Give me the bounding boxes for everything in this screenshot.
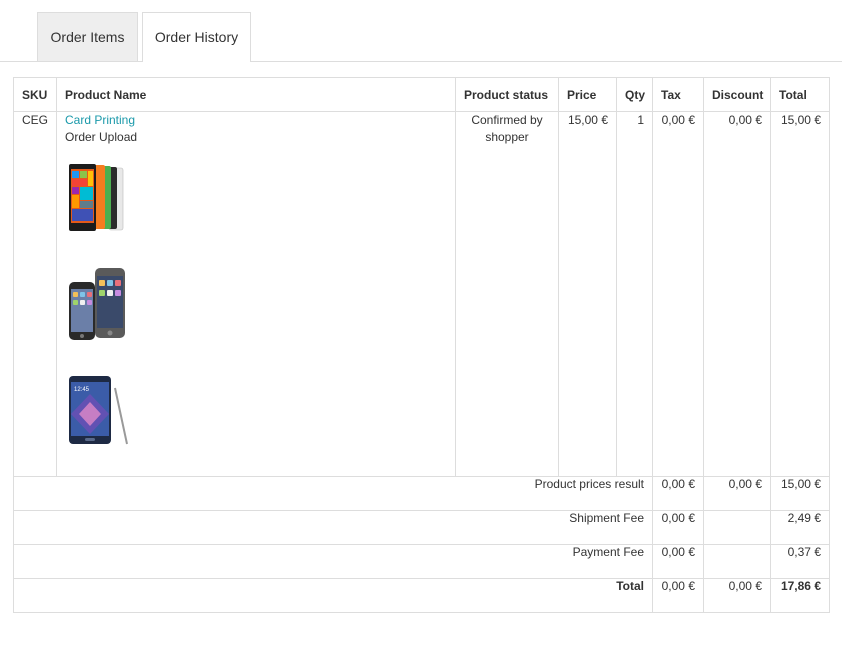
grand-total-value: 17,86 € (770, 578, 830, 613)
product-name-link[interactable]: Card Printing (65, 113, 135, 127)
tab-bar-divider (0, 61, 842, 62)
item-qty: 1 (616, 111, 653, 477)
header-discount: Discount (703, 77, 771, 112)
product-prices-total: 15,00 € (770, 476, 830, 511)
header-sku: SKU (13, 77, 57, 112)
tab-order-items[interactable]: Order Items (37, 12, 138, 61)
item-status: Confirmed by shopper (455, 111, 559, 477)
grand-total-tax: 0,00 € (652, 578, 704, 613)
header-product-name: Product Name (56, 77, 456, 112)
order-items-table: SKU Product Name Product status Price Qt… (13, 77, 830, 613)
payment-fee-label: Payment Fee (13, 544, 653, 579)
header-price: Price (558, 77, 617, 112)
header-tax: Tax (652, 77, 704, 112)
phone-galaxy-note-image: 12:45 (69, 376, 128, 445)
grand-total-label: Total (13, 578, 653, 613)
item-total: 15,00 € (770, 111, 830, 477)
item-discount: 0,00 € (703, 111, 771, 477)
product-prices-label: Product prices result (13, 476, 653, 511)
shipment-fee-total: 2,49 € (770, 510, 830, 545)
tab-order-history[interactable]: Order History (142, 12, 251, 62)
item-sku: CEG (13, 111, 57, 477)
summary-row-total: Total 0,00 € 0,00 € 17,86 € (13, 578, 830, 613)
payment-fee-discount (703, 544, 771, 579)
item-product-cell: Card Printing Order Upload 12:45 (56, 111, 456, 477)
payment-fee-tax: 0,00 € (652, 544, 704, 579)
table-header-row: SKU Product Name Product status Price Qt… (13, 77, 830, 112)
product-subtitle: Order Upload (65, 130, 138, 144)
product-prices-tax: 0,00 € (652, 476, 704, 511)
phone-iphone-image (69, 268, 125, 340)
payment-fee-total: 0,37 € (770, 544, 830, 579)
summary-row-product-prices: Product prices result 0,00 € 0,00 € 15,0… (13, 476, 830, 511)
summary-row-payment: Payment Fee 0,00 € 0,37 € (13, 544, 830, 579)
shipment-fee-label: Shipment Fee (13, 510, 653, 545)
header-total: Total (770, 77, 830, 112)
phone-lumia-image (69, 164, 124, 231)
svg-text:12:45: 12:45 (74, 387, 90, 393)
item-tax: 0,00 € (652, 111, 704, 477)
table-row: CEG Card Printing Order Upload 12:45 Con… (13, 111, 830, 477)
grand-total-discount: 0,00 € (703, 578, 771, 613)
shipment-fee-discount (703, 510, 771, 545)
shipment-fee-tax: 0,00 € (652, 510, 704, 545)
header-product-status: Product status (455, 77, 559, 112)
product-prices-discount: 0,00 € (703, 476, 771, 511)
summary-row-shipment: Shipment Fee 0,00 € 2,49 € (13, 510, 830, 545)
product-images: 12:45 (65, 162, 447, 446)
item-price: 15,00 € (558, 111, 617, 477)
tab-bar: Order Items Order History (0, 0, 842, 62)
header-qty: Qty (616, 77, 653, 112)
